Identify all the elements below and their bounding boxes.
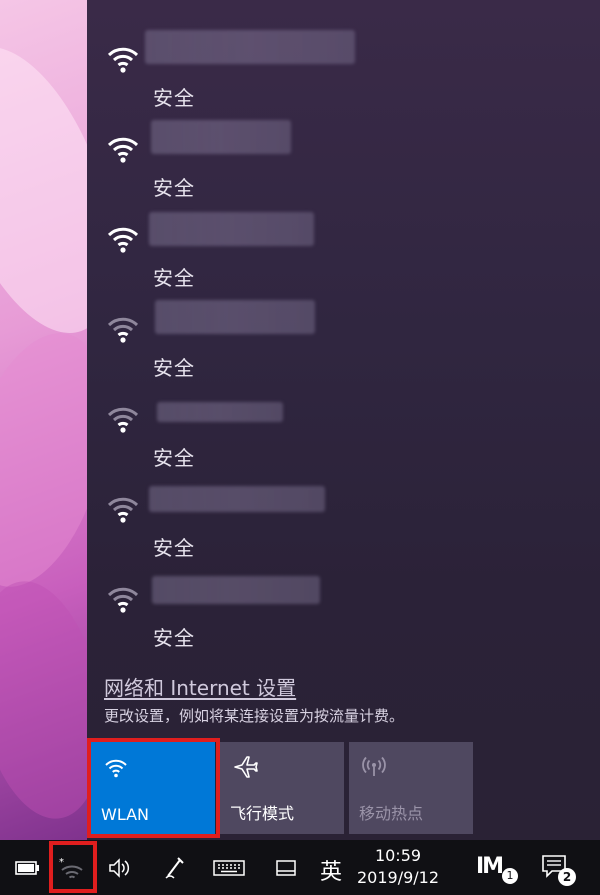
network-item-6[interactable]: 安全 [87,470,600,560]
wifi-signal-strong-icon [107,137,139,163]
network-security-status: 安全 [153,356,195,380]
network-name-redacted [152,576,320,604]
wifi-signal-weak-icon [107,317,139,343]
volume-icon[interactable] [106,854,134,882]
wifi-signal-weak-icon [107,407,139,433]
network-name-redacted [151,120,291,154]
touchpad-icon[interactable] [272,854,300,882]
taskbar: * 英 10:59 2019/9/12 IM 1 2 [0,840,600,895]
network-name-redacted [149,212,314,246]
battery-icon[interactable] [14,854,42,882]
clock-time: 10:59 [374,846,422,865]
wifi-signal-strong-icon [107,227,139,253]
network-settings-description: 更改设置，例如将某连接设置为按流量计费。 [104,707,405,725]
action-center-button[interactable]: 2 [540,850,584,890]
network-security-status: 安全 [153,86,195,110]
wifi-signal-strong-icon [107,47,139,73]
input-language-indicator[interactable]: 英 [320,854,342,886]
network-security-status: 安全 [153,536,195,560]
network-name-redacted [157,402,283,422]
network-security-status: 安全 [153,176,195,200]
network-security-status: 安全 [153,446,195,470]
notification-count-badge: 2 [558,868,576,886]
clock-date: 2019/9/12 [356,868,440,887]
wifi-icon [105,759,127,778]
airplane-mode-tile[interactable]: 飞行模式 [220,742,344,834]
airplane-icon [234,756,258,778]
network-settings-link[interactable]: 网络和 Internet 设置 [104,672,296,701]
network-item-7[interactable]: 安全 [87,560,600,650]
airplane-mode-tile-label: 飞行模式 [230,804,295,823]
network-name-redacted [149,486,325,512]
app-tray-icon[interactable]: IM 1 [476,852,520,886]
network-item-4[interactable]: 安全 [87,290,600,380]
taskbar-clock[interactable]: 10:59 2019/9/12 [356,845,440,889]
network-name-redacted [155,300,315,334]
network-item-2[interactable]: 安全 [87,110,600,200]
mobile-hotspot-tile-label: 移动热点 [359,804,424,823]
hotspot-icon [362,756,386,776]
network-name-redacted [145,30,355,64]
svg-text:*: * [59,857,64,868]
touch-keyboard-icon[interactable] [212,854,246,882]
network-item-3[interactable]: 安全 [87,200,600,290]
network-flyout: 安全 安全 安全 安全 安全 安全 安全 网络和 Internet 设置 更改设… [87,0,600,840]
app-logo-icon: IM [476,854,504,879]
wlan-tile-label: WLAN [101,805,150,824]
network-security-status: 安全 [153,626,195,650]
mobile-hotspot-tile[interactable]: 移动热点 [349,742,473,834]
network-item-1[interactable]: 安全 [87,20,600,110]
network-tray-icon[interactable]: * [58,854,86,882]
pen-workspace-icon[interactable] [160,854,188,882]
app-badge: 1 [502,868,518,884]
wifi-signal-weak-icon [107,497,139,523]
wlan-toggle-tile[interactable]: WLAN [91,742,215,834]
network-item-5[interactable]: 安全 [87,380,600,470]
network-security-status: 安全 [153,266,195,290]
wifi-signal-weak-icon [107,587,139,613]
